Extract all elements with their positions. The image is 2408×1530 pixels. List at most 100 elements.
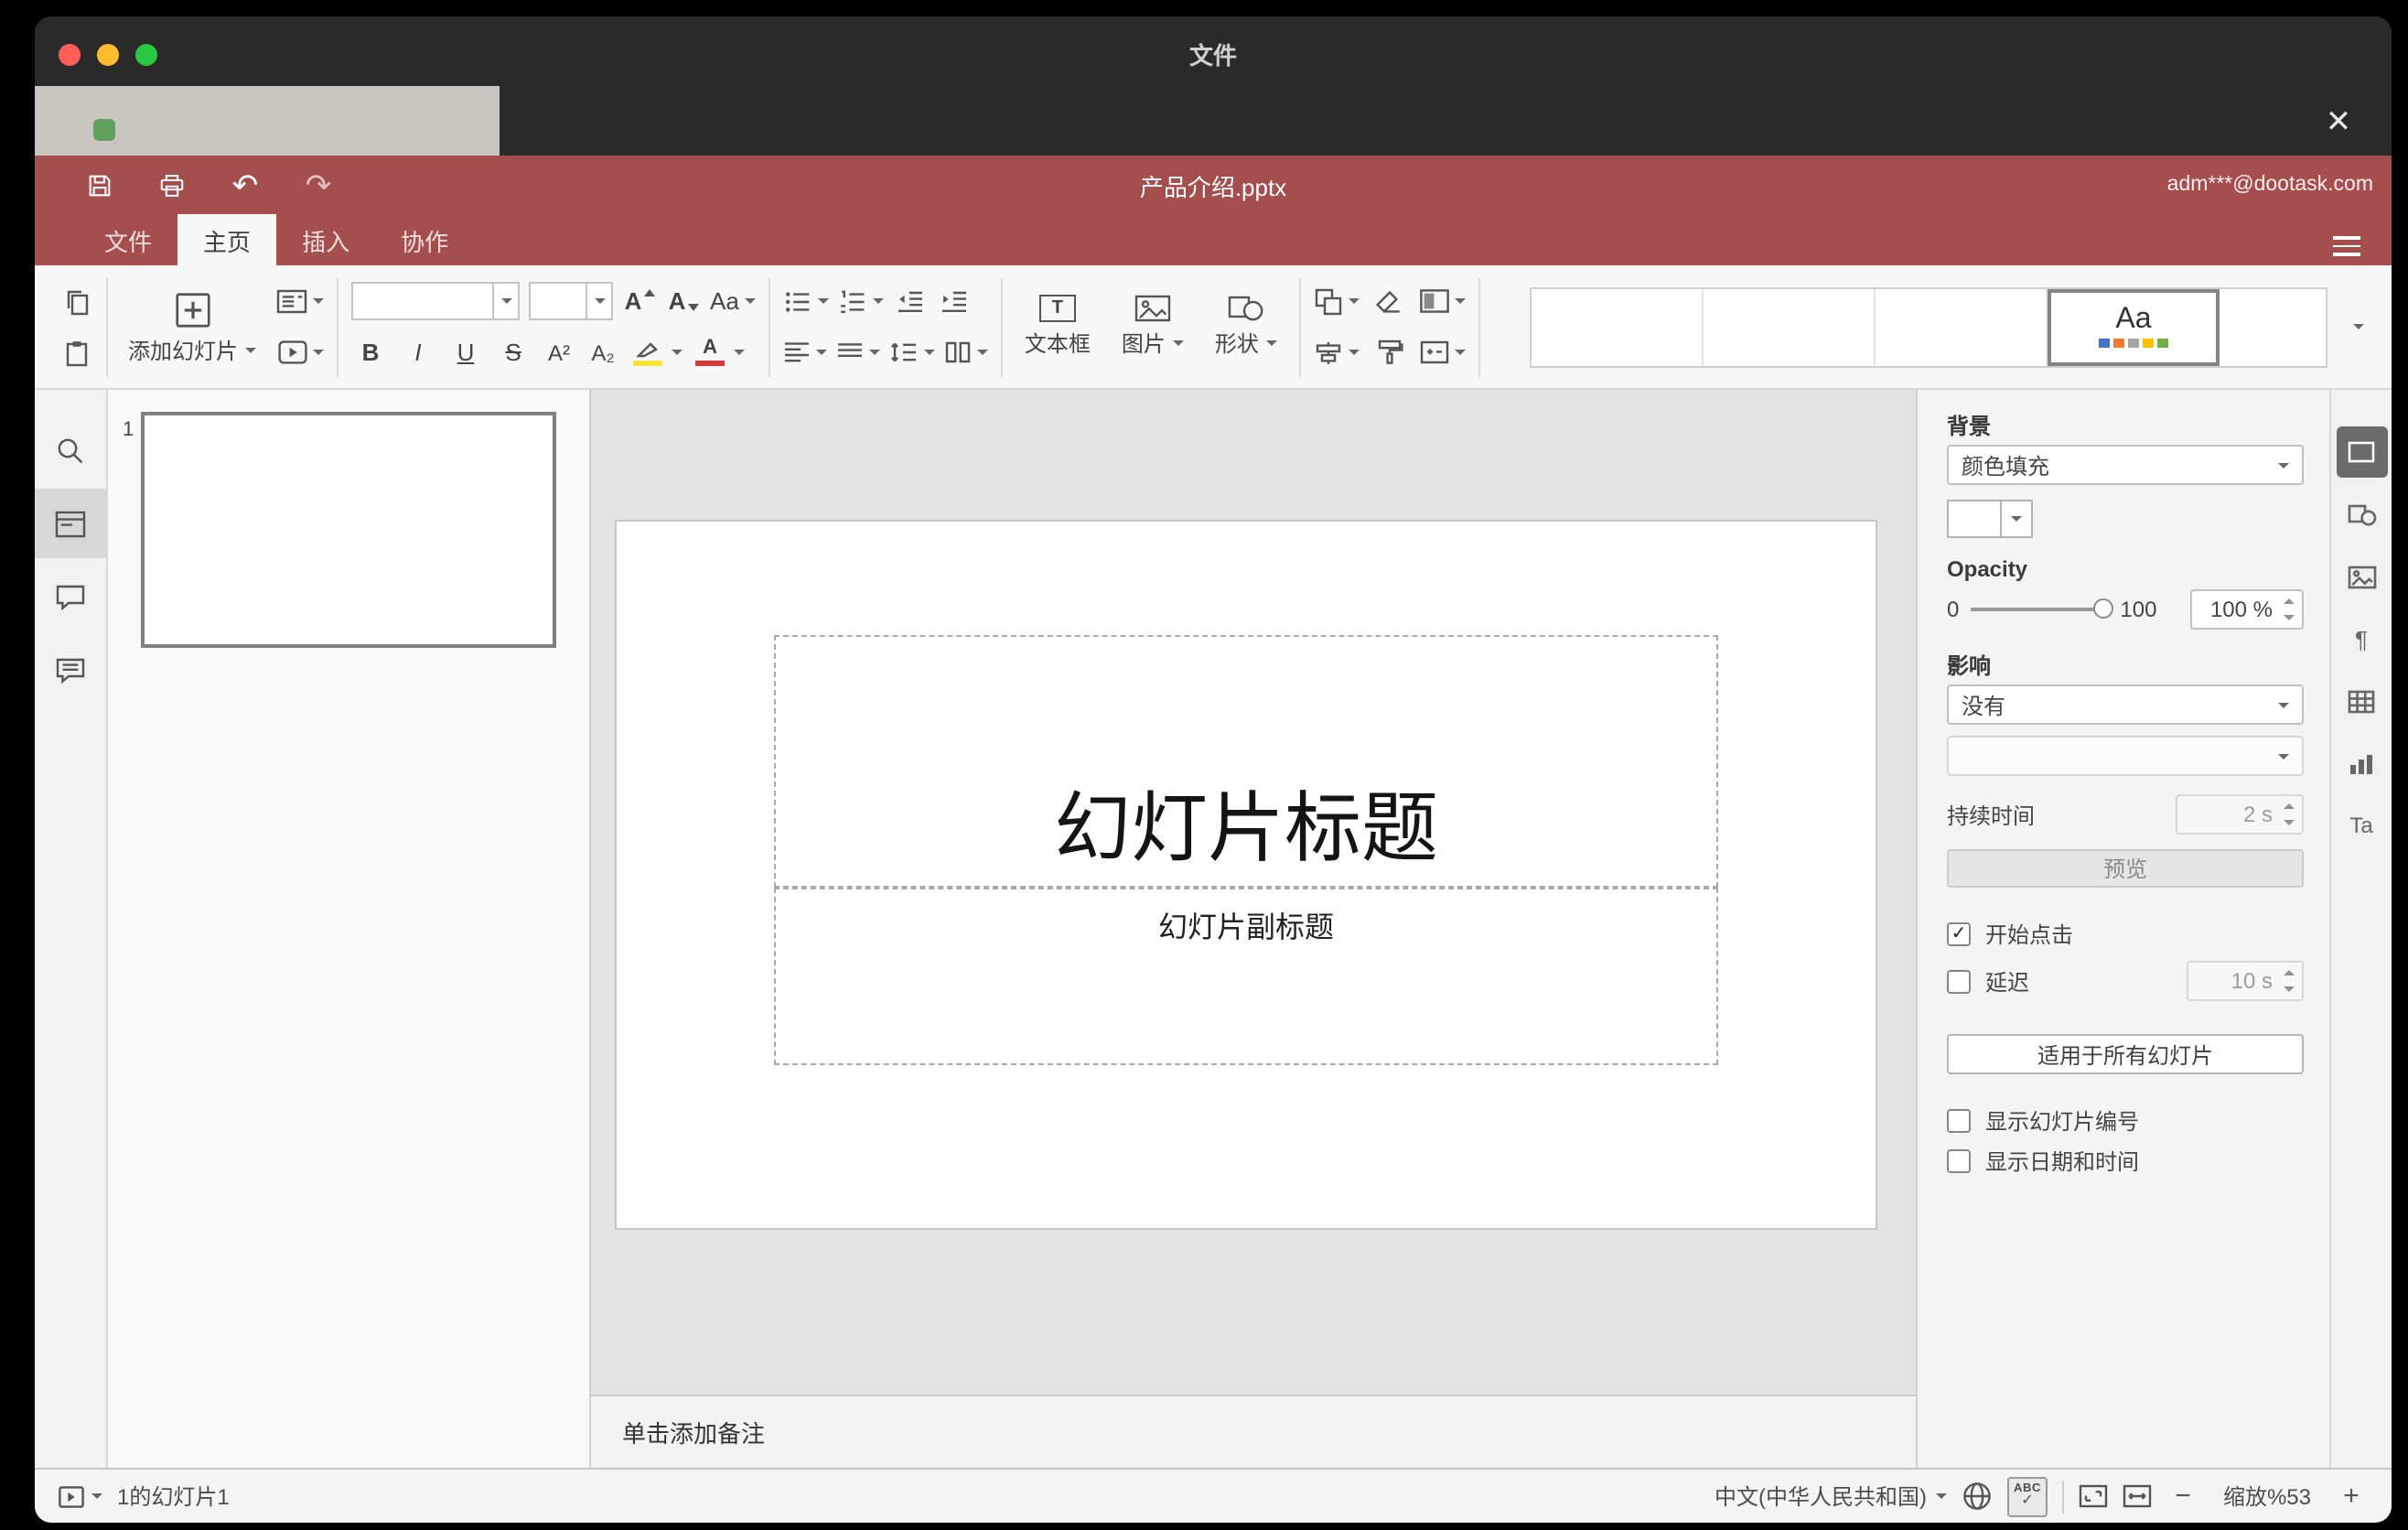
subscript-button[interactable]: A₂ [586, 333, 620, 372]
preview-transition-button[interactable]: 预览 [1947, 849, 2304, 888]
notes-area[interactable]: 单击添加备注 [591, 1395, 1916, 1468]
feedback-panel-button[interactable] [35, 635, 107, 705]
tab-file[interactable]: 文件 [79, 214, 177, 265]
align-shape-button[interactable] [1314, 333, 1360, 372]
duration-spinner[interactable]: 2 s [2176, 794, 2304, 835]
highlight-color-button[interactable] [629, 333, 683, 372]
set-document-language-button[interactable] [1962, 1481, 1993, 1512]
minus-icon: − [2175, 1481, 2191, 1512]
add-slide-button[interactable]: 添加幻灯片 [121, 288, 263, 365]
theme-option[interactable] [1876, 288, 2048, 365]
save-button[interactable] [75, 163, 123, 207]
start-on-click-checkbox[interactable]: ✓ [1947, 921, 1971, 945]
paragraph-settings-button[interactable]: ¶ [2336, 613, 2387, 664]
delay-spinner[interactable]: 10 s [2187, 961, 2304, 1001]
ribbon-tabs: 文件 主页 插入 协作 [35, 214, 2392, 265]
image-settings-button[interactable] [2336, 551, 2387, 602]
tab-home[interactable]: 主页 [177, 214, 277, 265]
columns-button[interactable] [944, 333, 988, 372]
slides-panel-button[interactable] [35, 489, 107, 558]
chevron-down-icon [1936, 1493, 1947, 1499]
theme-option[interactable] [2220, 288, 2326, 365]
paste-button[interactable] [59, 333, 93, 372]
decrease-font-button[interactable]: A [666, 282, 701, 320]
increase-font-button[interactable]: A [622, 282, 657, 320]
transition-effect-select[interactable]: 没有 [1947, 684, 2304, 725]
redo-button[interactable]: ↷ [295, 163, 342, 207]
slider-knob[interactable] [2092, 598, 2113, 619]
slide-size-button[interactable] [1420, 333, 1466, 372]
slide[interactable]: 幻灯片标题 幻灯片副标题 [617, 522, 1876, 1228]
table-settings-button[interactable] [2336, 675, 2387, 727]
theme-gallery-expand-button[interactable] [2340, 286, 2377, 367]
title-placeholder[interactable]: 幻灯片标题 [774, 635, 1718, 888]
decrease-indent-button[interactable] [893, 282, 928, 320]
change-layout-button[interactable] [276, 282, 325, 320]
insert-textbox-button[interactable]: T 文本框 [1016, 277, 1100, 376]
editor-area: 幻灯片标题 幻灯片副标题 单击添加备注 [591, 390, 1916, 1468]
comments-panel-button[interactable] [35, 562, 107, 631]
change-case-button[interactable]: Aa [710, 282, 756, 320]
theme-option-selected[interactable]: Aa [2048, 288, 2220, 365]
delay-checkbox[interactable] [1947, 969, 1971, 993]
shapes-icon [1228, 296, 1263, 321]
theme-option[interactable] [1532, 288, 1704, 365]
insert-shape-button[interactable]: 形状 [1206, 277, 1286, 376]
clear-style-button[interactable] [1372, 282, 1407, 320]
close-icon[interactable]: ✕ [2315, 99, 2362, 146]
italic-button[interactable]: I [399, 333, 437, 372]
copy-style-button[interactable] [1372, 333, 1407, 372]
shape-settings-button[interactable] [2336, 489, 2387, 540]
fit-to-slide-button[interactable] [2079, 1484, 2108, 1508]
increase-indent-button[interactable] [937, 282, 972, 320]
slide-thumbnail[interactable] [141, 412, 556, 648]
slide-settings-button[interactable] [2336, 426, 2387, 478]
font-name-select[interactable] [351, 282, 521, 320]
background-fill-select[interactable]: 颜色填充 [1947, 445, 2304, 485]
zoom-out-button[interactable]: − [2166, 1480, 2199, 1513]
font-color-button[interactable]: A [692, 333, 746, 372]
zoom-in-button[interactable]: + [2335, 1480, 2368, 1513]
transition-type-select[interactable] [1947, 736, 2304, 776]
superscript-button[interactable]: A² [542, 333, 576, 372]
horizontal-align-button[interactable] [783, 333, 827, 372]
insert-image-button[interactable]: 图片 [1113, 277, 1193, 376]
subtitle-placeholder[interactable]: 幻灯片副标题 [774, 888, 1718, 1065]
tab-insert[interactable]: 插入 [276, 214, 375, 265]
preview-slideshow-button[interactable] [276, 333, 324, 372]
show-slide-number-label: 显示幻灯片编号 [1985, 1108, 2140, 1134]
theme-option[interactable] [1704, 288, 1876, 365]
vertical-align-button[interactable] [836, 333, 880, 372]
language-select[interactable]: 中文(中华人民共和国) [1715, 1481, 1947, 1512]
screen: 文件 ✕ ↶ ↷ 产品介绍.pptx adm***@dootask.com 文件… [0, 0, 2408, 1530]
textart-settings-button[interactable]: Ta [2336, 800, 2387, 851]
undo-button[interactable]: ↶ [221, 163, 269, 207]
tab-collaboration[interactable]: 协作 [375, 214, 474, 265]
chart-settings-button[interactable] [2336, 738, 2387, 789]
opacity-spinner[interactable]: 100 % [2190, 589, 2304, 630]
arrange-shape-button[interactable] [1314, 282, 1360, 320]
bold-button[interactable]: B [351, 333, 390, 372]
opacity-slider[interactable] [1970, 598, 2113, 619]
start-on-click-label: 开始点击 [1985, 921, 2074, 947]
show-slide-number-checkbox[interactable] [1947, 1108, 1971, 1132]
background-color-picker[interactable] [1947, 500, 2033, 538]
print-button[interactable] [148, 163, 196, 207]
numbering-button[interactable] [838, 282, 884, 320]
apply-to-all-slides-button[interactable]: 适用于所有幻灯片 [1947, 1034, 2304, 1074]
copy-button[interactable] [59, 282, 93, 320]
spellcheck-button[interactable]: ABC ✓ [2007, 1476, 2048, 1516]
start-slideshow-status-button[interactable] [59, 1485, 102, 1507]
strikethrough-button[interactable]: S [494, 333, 532, 372]
show-datetime-checkbox[interactable] [1947, 1148, 1971, 1172]
color-scheme-button[interactable] [1420, 282, 1466, 320]
undo-icon: ↶ [231, 167, 259, 202]
font-size-select[interactable] [529, 282, 614, 320]
fit-to-width-button[interactable] [2123, 1484, 2152, 1508]
bullets-button[interactable] [783, 282, 829, 320]
hamburger-menu-button[interactable] [2326, 235, 2366, 256]
chevron-down-icon [91, 1493, 102, 1499]
search-panel-button[interactable] [35, 415, 107, 485]
line-spacing-button[interactable] [889, 333, 935, 372]
underline-button[interactable]: U [446, 333, 485, 372]
